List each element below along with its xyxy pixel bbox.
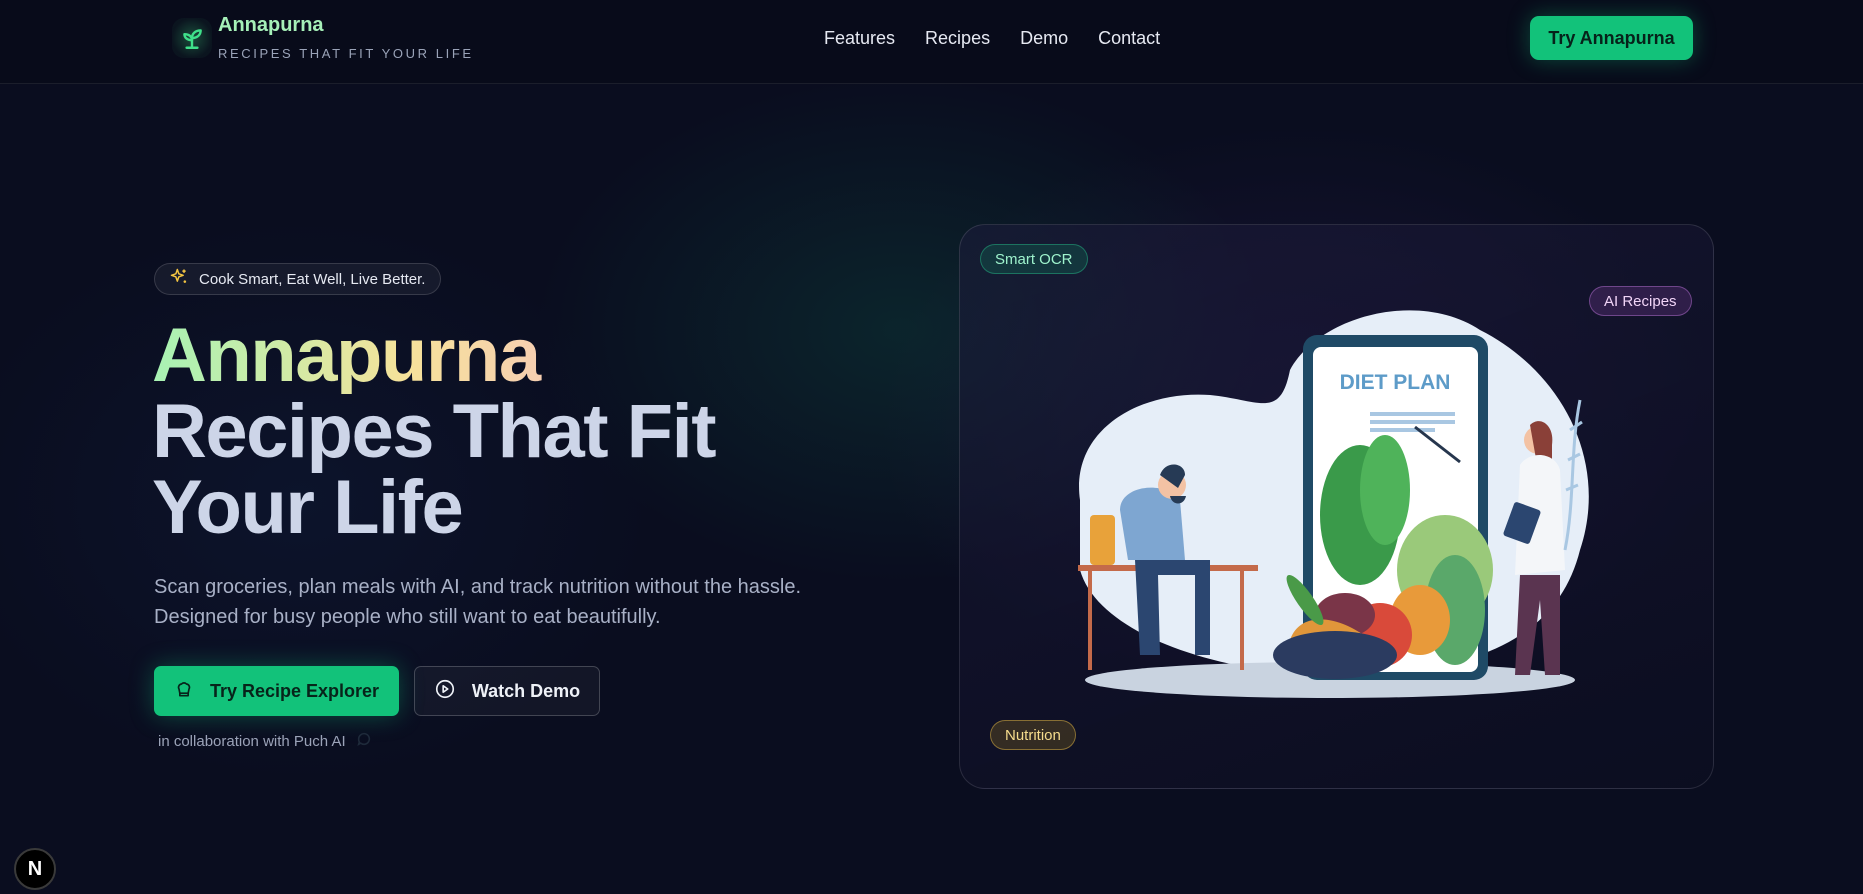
nav-features[interactable]: Features bbox=[824, 28, 895, 49]
pill-text: Cook Smart, Eat Well, Live Better. bbox=[199, 270, 426, 288]
hero-subtitle-line2: Designed for busy people who still want … bbox=[154, 606, 661, 628]
hero-subtitle: Scan groceries, plan meals with AI, and … bbox=[154, 572, 874, 632]
try-recipe-explorer-button[interactable]: Try Recipe Explorer bbox=[154, 666, 399, 716]
hero-title-line2: Your Life bbox=[152, 465, 464, 550]
watch-demo-button[interactable]: Watch Demo bbox=[414, 666, 600, 716]
hero-subtitle-line1: Scan groceries, plan meals with AI, and … bbox=[154, 576, 802, 598]
diet-plan-illustration: DIET PLAN bbox=[1078, 310, 1589, 698]
nav-recipes[interactable]: Recipes bbox=[925, 28, 990, 49]
nav-contact[interactable]: Contact bbox=[1098, 28, 1160, 49]
brand-name[interactable]: Annapurna bbox=[218, 14, 324, 37]
diet-plan-text: DIET PLAN bbox=[1340, 371, 1451, 394]
tag-nutrition: Nutrition bbox=[990, 720, 1076, 750]
site-header: Annapurna RECIPES THAT FIT YOUR LIFE Fea… bbox=[0, 0, 1863, 84]
brand-tagline: RECIPES THAT FIT YOUR LIFE bbox=[218, 46, 474, 61]
chat-icon bbox=[356, 731, 372, 751]
sprout-icon[interactable] bbox=[172, 18, 212, 58]
nav-demo[interactable]: Demo bbox=[1020, 28, 1068, 49]
main-nav: Features Recipes Demo Contact bbox=[824, 28, 1160, 49]
hero-title-line1: Recipes That Fit bbox=[152, 389, 717, 474]
tagline-pill: Cook Smart, Eat Well, Live Better. bbox=[154, 263, 442, 295]
watch-demo-label: Watch Demo bbox=[471, 680, 581, 701]
dev-indicator-badge[interactable]: N bbox=[14, 848, 56, 890]
sparkles-icon bbox=[169, 267, 189, 291]
chef-hat-icon bbox=[174, 679, 194, 704]
try-recipe-explorer-label: Try Recipe Explorer bbox=[209, 680, 380, 701]
hero-title-brand: Annapurna bbox=[152, 318, 715, 394]
try-annapurna-button[interactable]: Try Annapurna bbox=[1530, 16, 1693, 60]
play-circle-icon bbox=[434, 678, 456, 705]
collab-text: in collaboration with Puch AI bbox=[158, 732, 346, 750]
tag-smart-ocr: Smart OCR bbox=[980, 244, 1088, 274]
hero-title: Annapurna Recipes That Fit Your Life bbox=[152, 318, 717, 550]
collaboration-note: in collaboration with Puch AI bbox=[158, 731, 372, 751]
